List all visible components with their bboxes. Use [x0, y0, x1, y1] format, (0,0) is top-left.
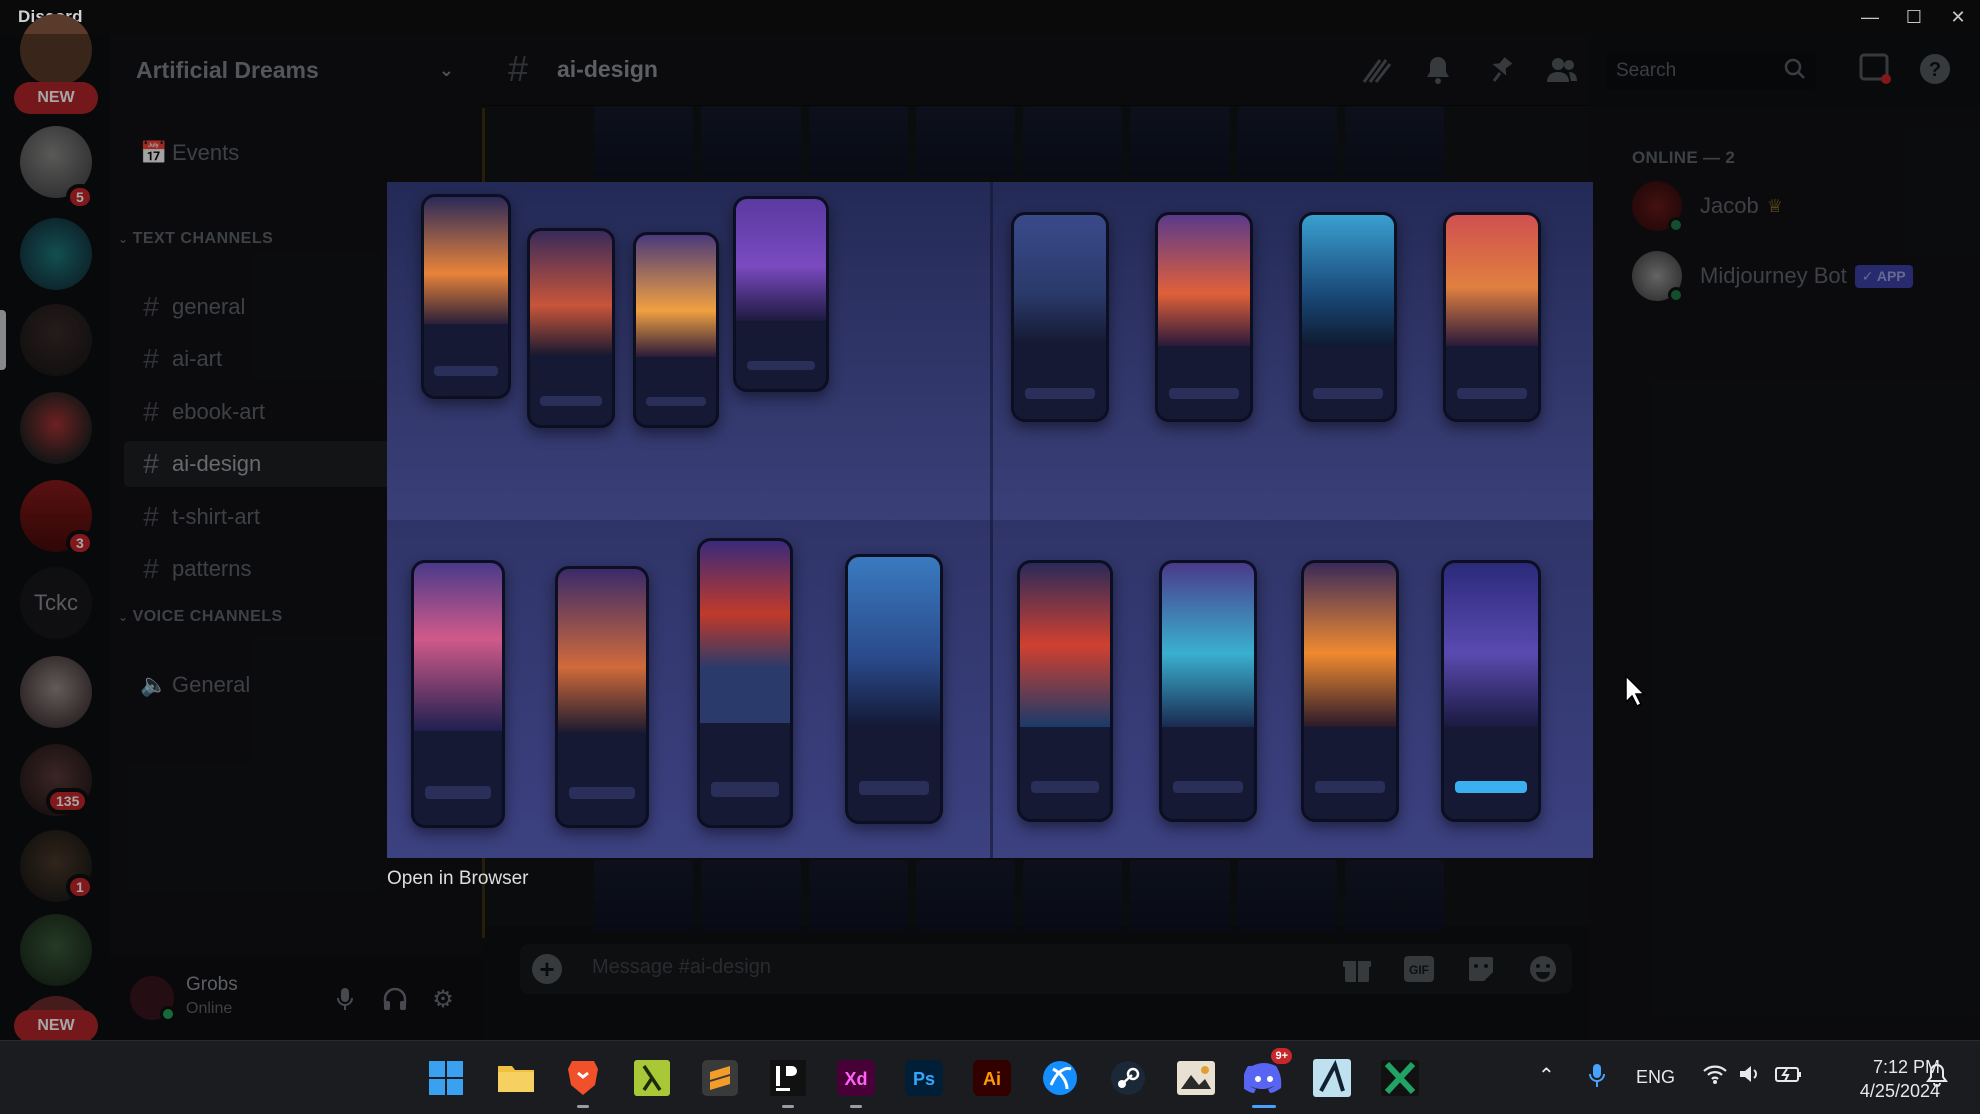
phone-mockup: [697, 538, 793, 828]
phone-mockup: [421, 194, 511, 399]
image-preview[interactable]: [387, 182, 1593, 858]
windows-start-icon[interactable]: [424, 1056, 468, 1100]
title-bar: Discord — ☐ ✕: [0, 0, 1980, 34]
battlenet-icon[interactable]: [1038, 1056, 1082, 1100]
microphone-tray-icon[interactable]: [1588, 1063, 1606, 1094]
picture-app-icon[interactable]: [1174, 1056, 1218, 1100]
phone-mockup: [1159, 560, 1257, 822]
active-indicator: [1252, 1105, 1276, 1108]
phone-mockup: [555, 566, 649, 828]
steam-icon[interactable]: [1106, 1056, 1150, 1100]
phone-mockup: [1301, 560, 1399, 822]
discord-icon[interactable]: 9+: [1242, 1048, 1292, 1108]
phone-mockup: [733, 196, 829, 392]
phone-mockup: [1443, 212, 1541, 422]
wifi-icon[interactable]: [1702, 1063, 1728, 1090]
window-controls: — ☐ ✕: [1848, 0, 1980, 34]
svg-text:Ai: Ai: [983, 1069, 1001, 1089]
phone-mockup: [1017, 560, 1113, 822]
adobe-xd-icon[interactable]: Xd: [834, 1056, 878, 1108]
svg-text:Ps: Ps: [913, 1069, 935, 1089]
windows-taskbar: Xd Ps Ai 9+ ⌃ ENG 7:12 PM 4/25/2024: [0, 1040, 1980, 1114]
photoshop-icon[interactable]: Ps: [902, 1056, 946, 1100]
clock-time: 7:12 PM: [1872, 1057, 1940, 1077]
brave-icon[interactable]: [561, 1056, 605, 1108]
close-icon[interactable]: ✕: [1936, 0, 1980, 34]
discord-window: Discord — ☐ ✕ NEW 5 3 Tckc 135 1 NEW Art…: [0, 0, 1980, 1068]
unknown-app-icon[interactable]: [1310, 1056, 1354, 1100]
minimize-icon[interactable]: —: [1848, 0, 1892, 34]
running-indicator: [850, 1105, 862, 1108]
maximize-icon[interactable]: ☐: [1892, 0, 1936, 34]
jetbrains-icon[interactable]: [766, 1056, 810, 1108]
phone-mockup: [1155, 212, 1253, 422]
phone-mockup: [527, 228, 615, 428]
phone-mockup: [633, 232, 719, 428]
system-clock[interactable]: 7:12 PM 4/25/2024: [1830, 1055, 1940, 1103]
illustrator-icon[interactable]: Ai: [970, 1056, 1014, 1100]
phone-mockup: [411, 560, 505, 828]
sublime-text-icon[interactable]: [698, 1056, 742, 1100]
language-indicator[interactable]: ENG: [1636, 1067, 1675, 1088]
volume-icon[interactable]: [1738, 1063, 1762, 1090]
phone-mockup: [1299, 212, 1397, 422]
mouse-cursor-icon: [1624, 674, 1646, 713]
lambda-app-icon[interactable]: [630, 1056, 674, 1100]
clock-date: 4/25/2024: [1859, 1081, 1940, 1101]
svg-text:Xd: Xd: [844, 1069, 867, 1089]
preview-divider: [990, 182, 993, 858]
running-indicator: [577, 1105, 589, 1108]
phone-mockup: [1011, 212, 1109, 422]
phone-mockup: [845, 554, 943, 824]
running-indicator: [782, 1105, 794, 1108]
discord-notification-badge: 9+: [1271, 1048, 1292, 1064]
phone-mockup: [1441, 560, 1541, 822]
notification-bell-icon[interactable]: [1926, 1063, 1948, 1092]
open-in-browser-link[interactable]: Open in Browser: [387, 868, 529, 890]
file-explorer-icon[interactable]: [494, 1056, 538, 1100]
battery-icon[interactable]: [1774, 1063, 1802, 1090]
excel-icon[interactable]: [1378, 1056, 1422, 1100]
chevron-up-icon[interactable]: ⌃: [1538, 1063, 1555, 1088]
